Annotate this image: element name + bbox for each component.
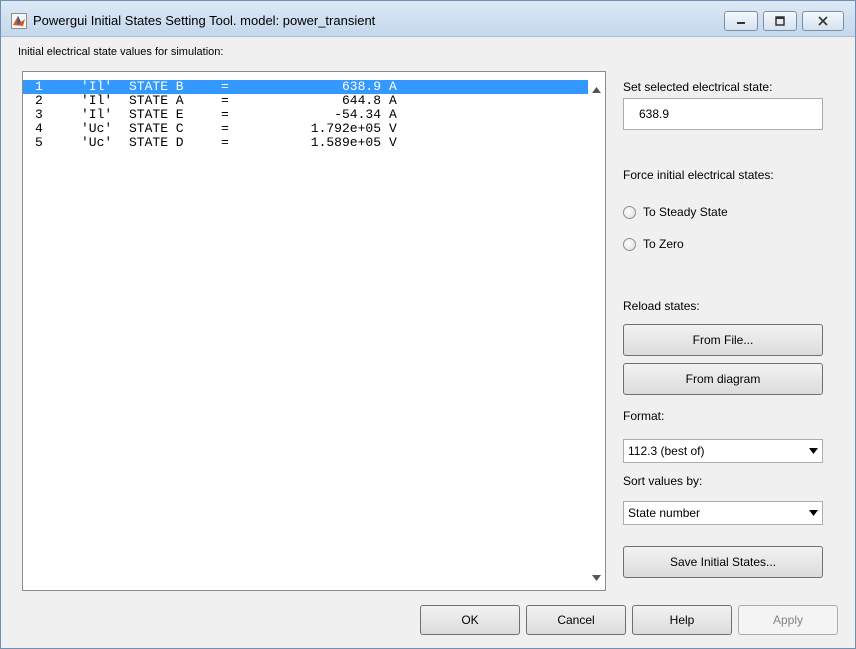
sort-label: Sort values by: [623, 474, 703, 488]
state-index: 5 [35, 135, 43, 150]
reload-states-label: Reload states: [623, 299, 700, 313]
state-index: 1 [35, 79, 43, 94]
close-icon [818, 16, 828, 26]
maximize-button[interactable] [763, 11, 797, 31]
from-diagram-button[interactable]: From diagram [623, 363, 823, 395]
state-state: STATE B [129, 79, 184, 94]
state-unit: A [389, 79, 397, 94]
state-eq: = [221, 135, 229, 150]
from-file-button[interactable]: From File... [623, 324, 823, 356]
state-index: 3 [35, 107, 43, 122]
format-label: Format: [623, 409, 665, 423]
state-index: 4 [35, 121, 43, 136]
force-states-label: Force initial electrical states: [623, 168, 774, 182]
ok-button[interactable]: OK [420, 605, 520, 635]
scroll-up-button[interactable] [588, 81, 605, 98]
state-list-item[interactable]: 3 'Il' STATE E = -54.34 A [23, 108, 588, 122]
state-list-item[interactable]: 2 'Il' STATE A = 644.8 A [23, 94, 588, 108]
minimize-icon [737, 22, 745, 24]
set-state-input[interactable]: 638.9 [623, 98, 823, 130]
state-value: 1.589e+05 [310, 135, 381, 150]
state-eq: = [221, 93, 229, 108]
dropdown-arrow [804, 440, 822, 462]
state-list-item[interactable]: 4 'Uc' STATE C = 1.792e+05 V [23, 122, 588, 136]
help-button[interactable]: Help [632, 605, 732, 635]
format-dropdown[interactable]: 112.3 (best of) [623, 439, 823, 463]
state-eq: = [221, 121, 229, 136]
sort-dropdown[interactable]: State number [623, 501, 823, 525]
scroll-down-button[interactable] [588, 569, 605, 586]
zero-radio[interactable]: To Zero [623, 236, 684, 252]
state-unit: V [389, 121, 397, 136]
up-arrow-icon [592, 86, 601, 93]
steady-state-radio[interactable]: To Steady State [623, 204, 728, 220]
state-unit: V [389, 135, 397, 150]
zero-label: To Zero [643, 237, 684, 251]
state-name: 'Uc' [81, 121, 113, 136]
chevron-down-icon [808, 510, 818, 516]
apply-button[interactable]: Apply [738, 605, 838, 635]
state-name: 'Il' [81, 79, 113, 94]
state-value: 638.9 [341, 79, 381, 94]
sort-value: State number [628, 506, 701, 520]
state-state: STATE C [129, 121, 184, 136]
radio-circle-icon [623, 205, 636, 219]
save-initial-states-button[interactable]: Save Initial States... [623, 546, 823, 578]
state-list-label: Initial electrical state values for simu… [18, 46, 224, 58]
state-unit: A [389, 107, 397, 122]
state-name: 'Il' [81, 107, 113, 122]
state-eq: = [221, 107, 229, 122]
state-state: STATE D [129, 135, 184, 150]
state-value: 1.792e+05 [310, 121, 381, 136]
format-value: 112.3 (best of) [628, 444, 705, 458]
state-list-item[interactable]: 1 'Il' STATE B = 638.9 A [23, 80, 588, 94]
state-name: 'Il' [81, 93, 113, 108]
state-value: -54.34 [334, 107, 381, 122]
close-button[interactable] [802, 11, 844, 31]
state-value: 644.8 [341, 93, 381, 108]
chevron-down-icon [808, 448, 818, 454]
state-state: STATE E [129, 107, 184, 122]
state-listbox[interactable]: 1 'Il' STATE B = 638.9 A 2 'Il' STATE A = 644.8 A 3 '… [22, 71, 606, 591]
state-unit: A [389, 93, 397, 108]
state-index: 2 [35, 93, 43, 108]
state-name: 'Uc' [81, 135, 113, 150]
state-list-item[interactable]: 5 'Uc' STATE D = 1.589e+05 V [23, 136, 588, 150]
dropdown-arrow [804, 502, 822, 524]
steady-state-label: To Steady State [643, 205, 728, 219]
down-arrow-icon [592, 574, 601, 581]
app-window: Powergui Initial States Setting Tool. mo… [0, 0, 856, 649]
list-scrollbar[interactable] [588, 72, 605, 590]
radio-circle-icon [623, 237, 636, 251]
state-state: STATE A [129, 93, 184, 108]
window-title: Powergui Initial States Setting Tool. mo… [33, 13, 376, 28]
set-state-label: Set selected electrical state: [623, 80, 773, 94]
title-bar[interactable]: Powergui Initial States Setting Tool. mo… [1, 1, 855, 37]
maximize-icon [775, 16, 785, 26]
matlab-app-icon [11, 13, 27, 29]
cancel-button[interactable]: Cancel [526, 605, 626, 635]
minimize-button[interactable] [724, 11, 758, 31]
state-eq: = [221, 79, 229, 94]
